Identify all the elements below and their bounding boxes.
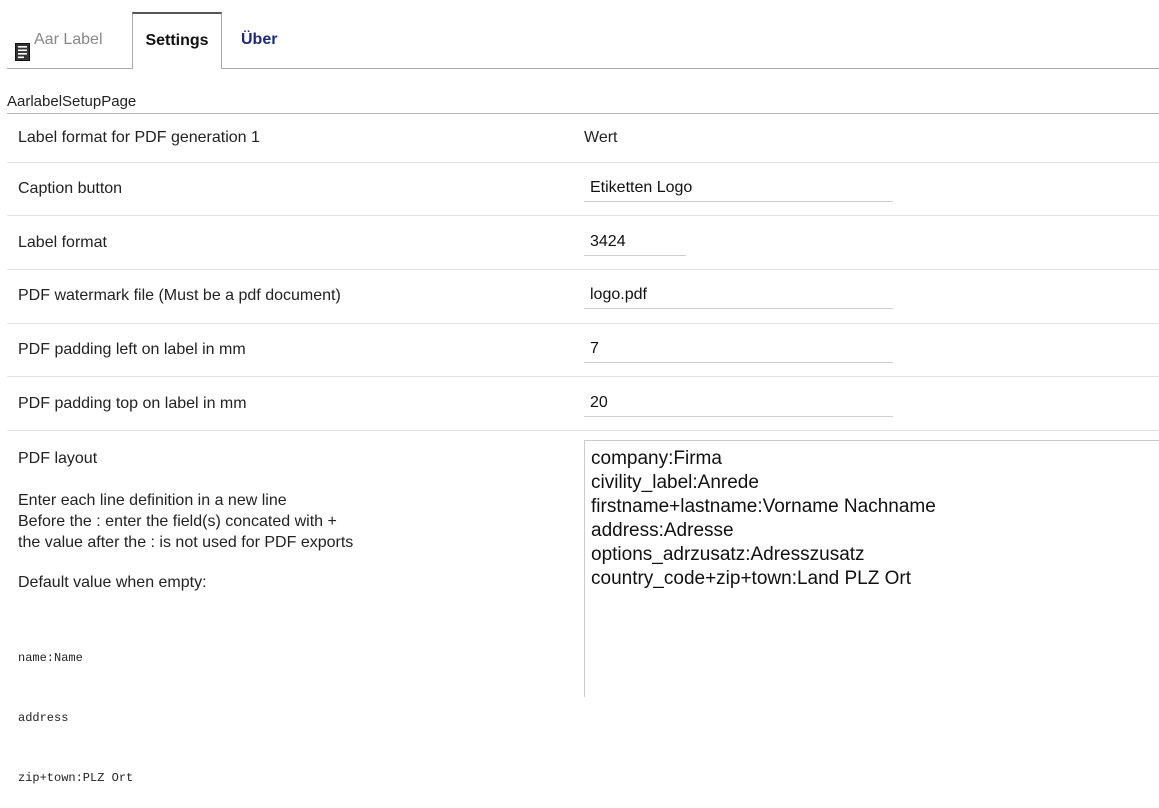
tab-aar-label[interactable]: Aar Label [15,12,103,68]
header-value: Wert [584,129,618,146]
default-value-label: Default value when empty: [18,574,207,591]
watermark-label: PDF watermark file (Must be a pdf docume… [18,287,341,304]
default-line: name:Name [18,651,83,665]
row-divider [7,376,1159,377]
tab-uber[interactable]: Über [241,12,277,68]
default-line: zip+town:PLZ Ort [18,771,134,785]
row-divider [7,430,1159,431]
tab-settings[interactable]: Settings [132,12,222,69]
watermark-input[interactable] [584,282,893,309]
padding-top-label: PDF padding top on label in mm [18,395,247,412]
default-line: address [18,711,69,725]
help-line: Before the : enter the field(s) concated… [18,513,337,530]
row-divider [7,162,1159,163]
default-value-example: name:Name address zip+town:PLZ Ort [18,608,133,808]
section-divider [7,113,1159,114]
pdf-layout-label: PDF layout [18,450,98,467]
label-format-input[interactable] [584,229,686,256]
label-format-label: Label format [18,234,107,251]
padding-top-input[interactable] [584,390,893,417]
caption-button-input[interactable] [584,175,893,202]
row-divider [7,323,1159,324]
help-line: the value after the : is not used for PD… [18,534,354,551]
row-divider [7,269,1159,270]
document-icon [15,29,30,85]
help-line: Enter each line definition in a new line [18,492,287,509]
row-divider [7,215,1159,216]
pdf-layout-textarea[interactable] [584,440,1159,697]
tab-bar: Aar Label Settings Über [7,0,1159,69]
page-title: AarlabelSetupPage [7,93,137,110]
padding-left-label: PDF padding left on label in mm [18,341,246,358]
padding-left-input[interactable] [584,336,893,363]
header-label: Label format for PDF generation 1 [18,129,260,146]
tab-aar-label-text: Aar Label [34,31,103,48]
caption-button-label: Caption button [18,180,123,197]
pdf-layout-help: Enter each line definition in a new line… [18,490,353,553]
